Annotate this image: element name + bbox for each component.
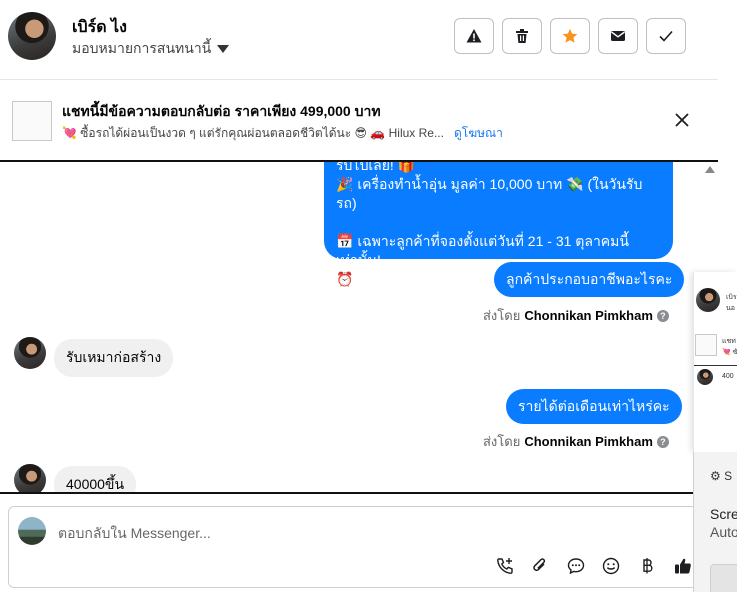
notification-header: ⚙ S <box>710 469 733 483</box>
caret-down-icon <box>217 45 230 53</box>
notification-popup[interactable]: ⚙ S Scre Auto <box>693 452 737 592</box>
sent-by-prefix: ส่งโดย <box>483 434 521 449</box>
page-scrollbar[interactable] <box>718 0 737 272</box>
message-outgoing[interactable]: รับไปเลย! 🎁 🎉 เครื่องทำน้ำอุ่น มูลค่า 10… <box>324 160 673 287</box>
add-call-button[interactable] <box>494 555 516 577</box>
ad-thumbnail-small <box>695 334 717 356</box>
ad-title-small: แชท <box>722 338 736 345</box>
message-incoming[interactable]: 40000ขึ้น <box>54 466 137 492</box>
baht-icon <box>643 558 653 574</box>
message-thread[interactable]: รับไปเลย! 🎁 🎉 เครื่องทำน้ำอุ่น มูลค่า 10… <box>0 160 718 494</box>
contact-avatar[interactable] <box>8 12 56 60</box>
report-spam-button[interactable] <box>454 18 494 54</box>
message-outgoing[interactable]: ลูกค้าประกอบอาชีพอะไรคะ <box>494 262 685 297</box>
sent-by-prefix: ส่งโดย <box>483 308 521 323</box>
saved-replies-button[interactable] <box>565 555 587 577</box>
checkmark-icon <box>659 30 673 42</box>
sent-by-name: Chonnikan Pimkham <box>524 434 653 449</box>
star-button[interactable] <box>550 18 590 54</box>
view-ad-link[interactable]: ดูโฆษณา <box>454 124 503 143</box>
thread-avatar <box>696 288 720 312</box>
message-preview: 400 <box>722 373 734 380</box>
contact-avatar-small <box>14 337 46 369</box>
assign-conversation-dropdown[interactable]: มอบหมายการสนทนานี้ <box>72 38 230 60</box>
envelope-icon <box>611 31 625 41</box>
thread-name: เบิร <box>726 294 737 301</box>
help-icon[interactable]: ? <box>656 435 669 448</box>
like-button[interactable] <box>672 555 694 577</box>
divider <box>694 365 737 366</box>
reply-input[interactable]: ตอบกลับใน Messenger... <box>58 523 211 545</box>
message-incoming[interactable]: รับเหมาก่อสร้าง <box>54 339 174 377</box>
phone-plus-icon <box>497 558 513 574</box>
message-outgoing[interactable]: รายได้ต่อเดือนเท่าไหร่คะ <box>506 389 682 424</box>
attach-button[interactable] <box>529 555 551 577</box>
mark-done-button[interactable] <box>646 18 686 54</box>
delete-button[interactable] <box>502 18 542 54</box>
conversation-header: เบิร์ด ไง มอบหมายการสนทนานี้ <box>0 0 718 80</box>
ad-context-banner: แชทนี้มีข้อความตอบกลับต่อ ราคาเพียง 499,… <box>0 81 718 159</box>
minimized-inbox-panel[interactable]: เบิร นอ แชท 💘 ซั 400 <box>693 272 737 452</box>
notification-title: Scre <box>710 506 737 522</box>
ad-subtitle-small: 💘 ซั <box>722 349 737 356</box>
assign-label: มอบหมายการสนทนานี้ <box>72 40 212 56</box>
contact-name[interactable]: เบิร์ด ไง <box>72 15 127 40</box>
contact-avatar-small <box>14 464 46 492</box>
smiley-icon <box>602 557 620 575</box>
sent-by-name: Chonnikan Pimkham <box>524 308 653 323</box>
mark-unread-button[interactable] <box>598 18 638 54</box>
notification-action-button[interactable] <box>710 564 737 592</box>
notification-subtitle: Auto <box>710 524 737 540</box>
message-line: รับไปเลย! 🎁 <box>336 160 416 173</box>
payment-button[interactable] <box>636 555 658 577</box>
help-icon[interactable]: ? <box>656 309 669 322</box>
page-avatar <box>18 517 46 545</box>
close-icon[interactable] <box>672 110 692 130</box>
chat-bubble-icon <box>567 558 585 575</box>
message-line: 🎉 เครื่องทำน้ำอุ่น มูลค่า 10,000 บาท 💸 (… <box>336 176 643 211</box>
ad-subtitle: 💘 ซื้อรถได้ผ่อนเป็นงวด ๆ แต่รักคุณผ่อนตล… <box>62 126 444 140</box>
emoji-button[interactable] <box>600 555 622 577</box>
star-icon <box>562 28 578 43</box>
warning-icon <box>466 29 482 43</box>
sent-by-label: ส่งโดย Chonnikan Pimkham ? <box>483 305 669 326</box>
thread-avatar <box>697 369 713 385</box>
ad-thumbnail[interactable] <box>12 101 52 141</box>
trash-icon <box>516 29 528 43</box>
ad-subtitle-row: 💘 ซื้อรถได้ผ่อนเป็นงวด ๆ แต่รักคุณผ่อนตล… <box>62 124 503 143</box>
sent-by-label: ส่งโดย Chonnikan Pimkham ? <box>483 431 669 452</box>
thread-snippet: นอ <box>726 305 735 312</box>
thumbs-up-icon <box>675 558 691 574</box>
scroll-up-arrow-icon[interactable] <box>705 166 715 173</box>
paperclip-icon <box>533 558 546 572</box>
reply-composer[interactable]: ตอบกลับใน Messenger... <box>8 506 722 588</box>
ad-title: แชทนี้มีข้อความตอบกลับต่อ ราคาเพียง 499,… <box>62 103 381 119</box>
